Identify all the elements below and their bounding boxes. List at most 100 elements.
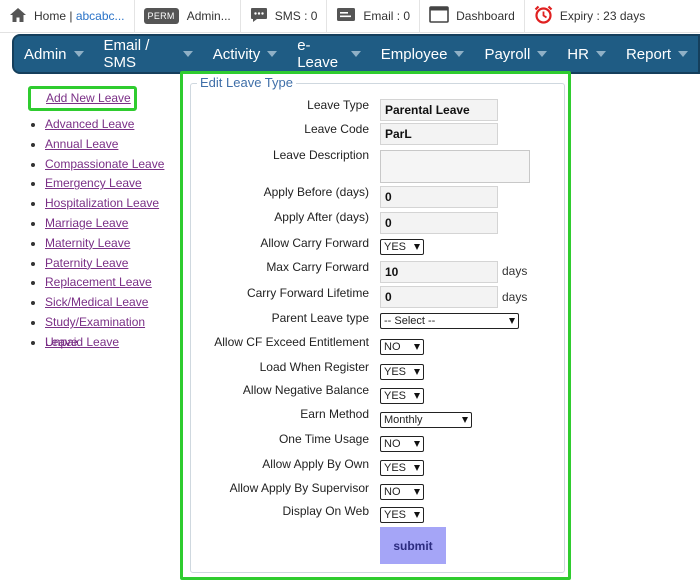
one-time-usage-select[interactable]: NO	[380, 436, 424, 452]
sidebar-item-study-examination-leave[interactable]: Study/Examination Leave	[30, 313, 180, 349]
nav-e-leave[interactable]: e-Leave	[287, 36, 371, 72]
nav-employee[interactable]: Employee	[371, 36, 475, 72]
nav-admin[interactable]: Admin	[14, 36, 94, 72]
row-leave-type: Leave Type Parental Leave	[191, 98, 566, 121]
select-value: YES	[384, 509, 407, 521]
row-carry-forward-lifetime: Carry Forward Lifetime 0 days	[191, 286, 566, 308]
apply-before-input[interactable]: 0	[380, 186, 498, 208]
nav-report[interactable]: Report	[616, 36, 698, 72]
sidebar-item-annual-leave[interactable]: Annual Leave	[30, 135, 180, 155]
sidebar-item-unpaid-leave[interactable]: Unpaid Leave	[30, 333, 180, 353]
sidebar-item-hospitalization-leave[interactable]: Hospitalization Leave	[30, 194, 180, 214]
dropdown-arrow-icon	[509, 318, 515, 324]
select-value: NO	[384, 341, 401, 353]
row-allow-negative-balance: Allow Negative Balance YES	[191, 383, 566, 405]
admin-label: Admin...	[186, 9, 231, 23]
sidebar-link[interactable]: Paternity Leave	[45, 256, 128, 270]
display-on-web-select[interactable]: YES	[380, 507, 424, 523]
load-when-register-select[interactable]: YES	[380, 364, 424, 380]
leave-type-label: Leave Type	[307, 98, 369, 112]
leave-type-list: Add New Leave Advanced Leave Annual Leav…	[28, 86, 180, 353]
edit-leave-fieldset: Edit Leave Type Leave Type Parental Leav…	[190, 75, 566, 573]
sidebar-item-paternity-leave[interactable]: Paternity Leave	[30, 254, 180, 274]
sidebar-link[interactable]: Replacement Leave	[45, 275, 152, 289]
row-load-when-register: Load When Register YES	[191, 360, 566, 382]
email-counter[interactable]: Email : 0	[327, 0, 421, 33]
sidebar-link[interactable]: Unpaid Leave	[45, 335, 119, 349]
nav-hr[interactable]: HR	[557, 36, 616, 72]
sidebar-link[interactable]: Emergency Leave	[45, 176, 142, 190]
home-account-link[interactable]: abcabc...	[76, 9, 125, 23]
sidebar-link[interactable]: Annual Leave	[45, 137, 118, 151]
row-allow-apply-by-supervisor: Allow Apply By Supervisor NO	[191, 481, 566, 503]
home-icon	[9, 7, 27, 26]
dropdown-arrow-icon	[414, 244, 420, 250]
apply-after-input[interactable]: 0	[380, 212, 498, 234]
allow-apply-by-supervisor-select[interactable]: NO	[380, 484, 424, 500]
allow-cf-exceed-select[interactable]: NO	[380, 339, 424, 355]
select-value: NO	[384, 486, 401, 498]
chevron-down-icon	[454, 51, 465, 57]
nav-activity[interactable]: Activity	[203, 36, 288, 72]
leave-code-input[interactable]: ParL	[380, 123, 498, 145]
sidebar-item-maternity-leave[interactable]: Maternity Leave	[30, 234, 180, 254]
nav-label: Admin	[24, 45, 67, 63]
chevron-down-icon	[537, 51, 548, 57]
chevron-down-icon	[182, 51, 193, 57]
row-apply-before: Apply Before (days) 0	[191, 185, 566, 208]
parent-leave-type-select[interactable]: -- Select --	[380, 313, 519, 329]
sidebar-link[interactable]: Maternity Leave	[45, 236, 130, 250]
sidebar-link[interactable]: Add New Leave	[46, 91, 131, 105]
sidebar-item-add-new-leave[interactable]: Add New Leave	[28, 86, 137, 111]
leave-type-input[interactable]: Parental Leave	[380, 99, 498, 121]
sidebar-item-replacement-leave[interactable]: Replacement Leave	[30, 273, 180, 293]
chevron-down-icon	[678, 51, 688, 57]
row-one-time-usage: One Time Usage NO	[191, 432, 566, 454]
submit-button[interactable]: submit	[380, 527, 446, 564]
allow-cf-exceed-label: Allow CF Exceed Entitlement	[214, 335, 369, 349]
sidebar-item-advanced-leave[interactable]: Advanced Leave	[30, 115, 180, 135]
sidebar-item-compassionate-leave[interactable]: Compassionate Leave	[30, 155, 180, 175]
max-carry-forward-unit: days	[502, 264, 528, 278]
leave-code-label: Leave Code	[304, 122, 369, 136]
sidebar-item-emergency-leave[interactable]: Emergency Leave	[30, 174, 180, 194]
select-value: YES	[384, 390, 407, 402]
leave-sidebar: Add New Leave Advanced Leave Annual Leav…	[28, 86, 180, 353]
dashboard-icon	[429, 6, 449, 26]
sms-label: SMS : 0	[274, 9, 318, 23]
sidebar-link[interactable]: Marriage Leave	[45, 216, 128, 230]
display-on-web-label: Display On Web	[282, 504, 369, 518]
row-leave-code: Leave Code ParL	[191, 122, 566, 145]
sms-counter[interactable]: SMS : 0	[241, 0, 328, 33]
sidebar-item-sick-medical-leave[interactable]: Sick/Medical Leave	[30, 293, 180, 313]
expiry-info[interactable]: Expiry : 23 days	[525, 0, 654, 33]
allow-apply-by-own-select[interactable]: YES	[380, 460, 424, 476]
home-link[interactable]: Home | abcabc...	[0, 0, 135, 33]
sidebar-item-marriage-leave[interactable]: Marriage Leave	[30, 214, 180, 234]
admin-menu[interactable]: PERM Admin...	[135, 0, 241, 33]
sidebar-link[interactable]: Advanced Leave	[45, 117, 134, 131]
select-value: NO	[384, 438, 401, 450]
row-apply-after: Apply After (days) 0	[191, 210, 566, 234]
bullet-icon	[31, 241, 35, 246]
bullet-icon	[31, 320, 35, 325]
max-carry-forward-input[interactable]: 10	[380, 261, 498, 283]
carry-forward-lifetime-input[interactable]: 0	[380, 286, 498, 308]
sidebar-link[interactable]: Sick/Medical Leave	[45, 295, 148, 309]
bullet-icon	[31, 162, 35, 167]
allow-carry-forward-select[interactable]: YES	[380, 239, 424, 255]
bullet-icon	[31, 221, 35, 226]
earn-method-select[interactable]: Monthly	[380, 412, 472, 428]
dropdown-arrow-icon	[414, 441, 420, 447]
nav-payroll[interactable]: Payroll	[474, 36, 557, 72]
sidebar-link[interactable]: Hospitalization Leave	[45, 196, 159, 210]
dropdown-arrow-icon	[414, 465, 420, 471]
dashboard-link[interactable]: Dashboard	[420, 0, 525, 33]
bullet-icon	[31, 202, 35, 207]
sidebar-link[interactable]: Compassionate Leave	[45, 157, 164, 171]
allow-apply-by-own-label: Allow Apply By Own	[262, 457, 369, 471]
leave-description-textarea[interactable]	[380, 150, 530, 183]
allow-negative-balance-select[interactable]: YES	[380, 388, 424, 404]
top-bar: Home | abcabc... PERM Admin... SMS : 0 E…	[0, 0, 700, 33]
nav-email-sms[interactable]: Email / SMS	[94, 36, 203, 72]
